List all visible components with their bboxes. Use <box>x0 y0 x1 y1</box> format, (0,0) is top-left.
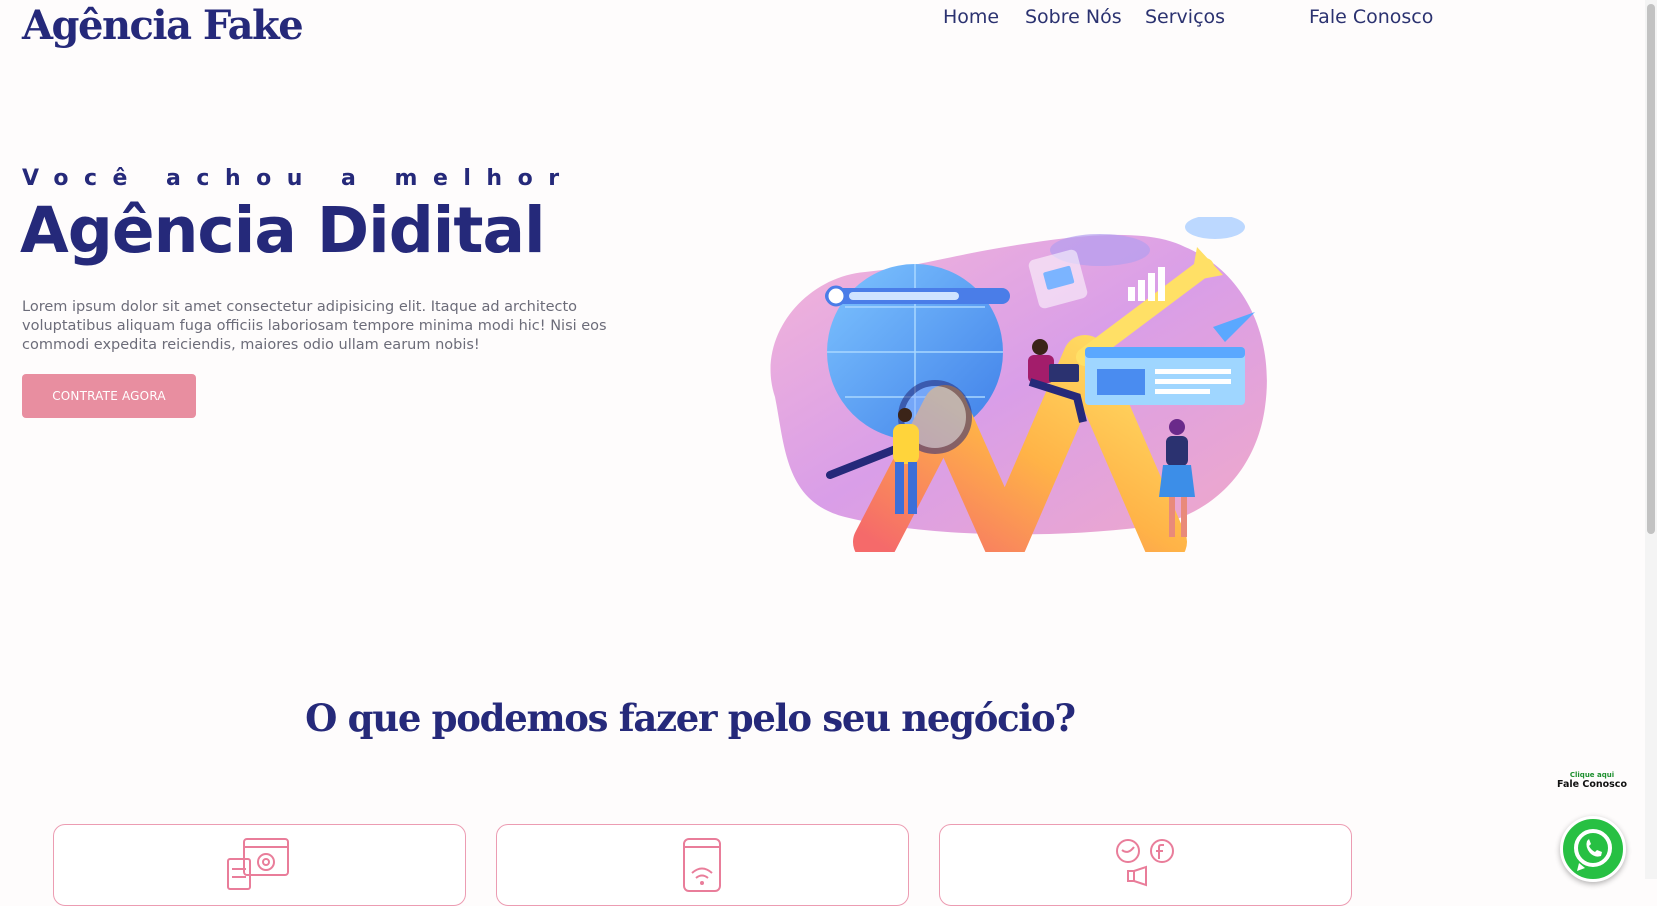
hero-title: Agência Didital <box>20 194 546 267</box>
service-card-1[interactable] <box>53 824 466 906</box>
contrate-agora-button[interactable]: CONTRATE AGORA <box>22 374 196 418</box>
nav-sobre-nos[interactable]: Sobre Nós <box>1025 6 1122 28</box>
nav-home[interactable]: Home <box>943 6 999 28</box>
service-card-2[interactable] <box>496 824 909 906</box>
whatsapp-tag-small: Clique aqui <box>1569 771 1615 779</box>
hero-eyebrow: Você achou a melhor <box>22 166 575 191</box>
logo[interactable]: Agência Fake <box>22 2 304 49</box>
mobile-wifi-icon <box>683 838 721 892</box>
hero-text: Lorem ipsum dolor sit amet consectetur a… <box>22 299 607 353</box>
social-media-icon <box>1116 839 1174 887</box>
whatsapp-button[interactable] <box>1560 816 1626 882</box>
whatsapp-tag: Clique aqui Fale Conosco <box>1554 771 1630 790</box>
service-card-3[interactable] <box>939 824 1352 906</box>
nav-servicos[interactable]: Serviços <box>1145 6 1225 28</box>
nav-fale-conosco[interactable]: Fale Conosco <box>1309 6 1433 28</box>
services-title: O que podemos fazer pelo seu negócio? <box>305 696 1076 740</box>
digital-marketing-illustration <box>770 217 1267 552</box>
scrollbar[interactable] <box>1645 0 1657 879</box>
scrollbar-thumb[interactable] <box>1647 4 1655 534</box>
whatsapp-tag-label: Fale Conosco <box>1557 779 1627 790</box>
whatsapp-icon <box>1574 829 1612 871</box>
web-settings-icon <box>227 838 289 890</box>
